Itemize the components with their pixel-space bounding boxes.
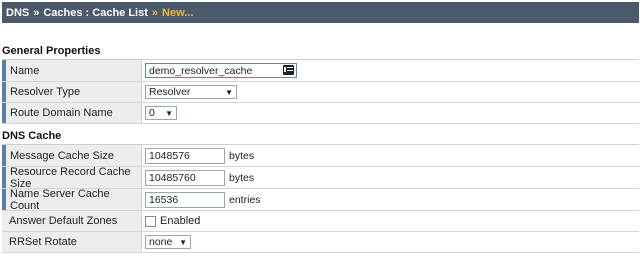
- rrset-rotate-label: RRSet Rotate: [2, 232, 142, 252]
- name-row: Name demo_resolver_cache: [2, 60, 639, 82]
- resolver-type-select[interactable]: Resolver ▼: [145, 85, 237, 99]
- chevron-down-icon: ▼: [165, 108, 173, 118]
- name-input[interactable]: demo_resolver_cache: [145, 63, 297, 78]
- chevron-down-icon: ▼: [225, 87, 233, 97]
- rr-cache-row: Resource Record Cache Size 10485760 byte…: [2, 166, 639, 190]
- rrset-rotate-value: none: [149, 236, 173, 248]
- general-properties-table: Name demo_resolver_cache Resolver Type R…: [2, 59, 639, 124]
- message-cache-input[interactable]: 1048576: [145, 147, 225, 164]
- ns-cache-row: Name Server Cache Count 16536 entries: [2, 188, 639, 212]
- answer-default-row: Answer Default Zones Enabled: [2, 211, 639, 232]
- breadcrumb-separator: »: [151, 6, 159, 19]
- rrset-rotate-select[interactable]: none ▼: [145, 235, 191, 249]
- dns-cache-title: DNS Cache: [2, 130, 62, 142]
- rr-cache-unit: bytes: [229, 171, 255, 184]
- answer-default-label: Answer Default Zones: [2, 211, 142, 231]
- rr-cache-label: Resource Record Cache Size: [2, 166, 142, 190]
- ns-cache-value: 16536: [149, 193, 179, 206]
- rr-cache-value: 10485760: [149, 171, 196, 184]
- message-cache-label: Message Cache Size: [2, 145, 142, 166]
- resolver-type-value: Resolver: [149, 86, 191, 98]
- message-cache-row: Message Cache Size 1048576 bytes: [2, 145, 639, 167]
- message-cache-unit: bytes: [229, 149, 255, 162]
- name-label: Name: [2, 60, 142, 81]
- rr-cache-input[interactable]: 10485760: [145, 169, 225, 186]
- rrset-rotate-row: RRSet Rotate none ▼: [2, 232, 639, 253]
- answer-default-option: Enabled: [160, 215, 201, 227]
- breadcrumb: DNS » Caches : Cache List » New...: [2, 2, 639, 23]
- route-domain-select[interactable]: 0 ▼: [145, 106, 177, 120]
- resolver-type-row: Resolver Type Resolver ▼: [2, 82, 639, 103]
- breadcrumb-separator: »: [33, 6, 40, 19]
- general-properties-title: General Properties: [2, 45, 101, 57]
- breadcrumb-dns[interactable]: DNS: [6, 7, 29, 19]
- resolver-type-label: Resolver Type: [2, 82, 142, 102]
- route-domain-value: 0: [149, 107, 155, 119]
- breadcrumb-cache-list[interactable]: Caches : Cache List: [43, 7, 148, 19]
- route-domain-row: Route Domain Name 0 ▼: [2, 103, 639, 124]
- ns-cache-input[interactable]: 16536: [145, 191, 225, 208]
- route-domain-label: Route Domain Name: [2, 103, 142, 123]
- message-cache-value: 1048576: [149, 149, 190, 162]
- name-input-value: demo_resolver_cache: [149, 64, 253, 77]
- id-card-icon[interactable]: [283, 65, 294, 75]
- ns-cache-unit: entries: [229, 193, 261, 206]
- dns-cache-table: Message Cache Size 1048576 bytes Resourc…: [2, 144, 639, 253]
- chevron-down-icon: ▼: [179, 237, 187, 247]
- ns-cache-label: Name Server Cache Count: [2, 188, 142, 212]
- answer-default-checkbox[interactable]: [145, 215, 156, 227]
- breadcrumb-current: New...: [162, 6, 194, 19]
